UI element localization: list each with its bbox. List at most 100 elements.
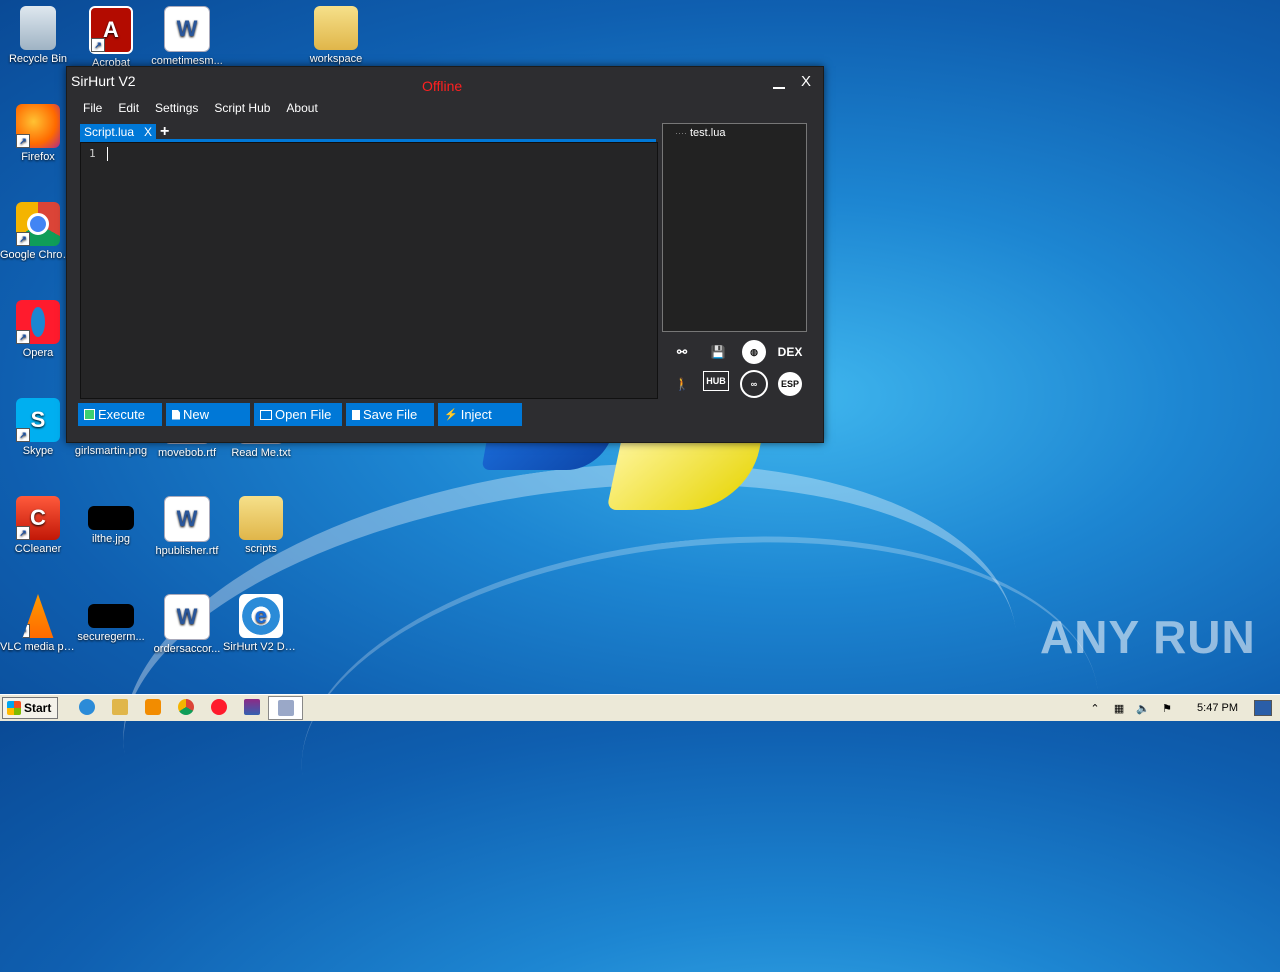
network-icon[interactable]: ▦ — [1111, 701, 1127, 715]
desktop-icon-label: CCleaner — [14, 543, 62, 555]
desktop-icon-vlc[interactable]: ↗ VLC media player — [0, 594, 76, 654]
desktop-icon-label: girlsmartin.png — [74, 445, 148, 457]
start-label: Start — [24, 701, 52, 715]
shortcut-arrow-icon: ↗ — [22, 624, 30, 638]
desktop-icon-ie[interactable]: e SirHurt V2 Documenta... — [223, 594, 299, 654]
new-label: New — [183, 407, 210, 422]
taskbar-explorer[interactable] — [103, 696, 136, 718]
taskbar-chrome[interactable] — [169, 696, 202, 718]
dex-icon[interactable]: DEX — [775, 339, 805, 365]
tree-item-test-lua[interactable]: test.lua — [675, 127, 725, 139]
anyrun-watermark: ANY RUN — [1040, 610, 1256, 664]
save-file-icon — [352, 409, 360, 420]
desktop-icon-word[interactable]: Whpublisher.rtf — [149, 496, 225, 558]
desktop-icon-image-black[interactable]: securegerm... — [73, 594, 149, 644]
vlc-icon: ↗ — [22, 594, 54, 638]
editor-tabs: Script.lua X + — [80, 123, 169, 141]
text-caret — [107, 147, 108, 161]
taskbar-media-player[interactable] — [136, 696, 169, 718]
taskbar-opera[interactable] — [202, 696, 235, 718]
media-player-icon — [144, 699, 161, 715]
skype-icon: S ↗ — [16, 398, 60, 442]
menu-script-hub[interactable]: Script Hub — [206, 99, 278, 117]
walk-icon[interactable]: 🚶 — [667, 371, 697, 397]
desktop-icon-skype[interactable]: S ↗ Skype — [0, 398, 76, 458]
script-editor[interactable]: 1 — [80, 142, 658, 399]
open-file-icon — [260, 409, 272, 420]
desktop-icon-chrome[interactable]: ↗ Google Chrome — [0, 202, 76, 262]
desktop-icon-firefox[interactable]: ↗ Firefox — [0, 104, 76, 164]
tab-close-icon[interactable]: X — [144, 125, 152, 140]
desktop-icon-image-black[interactable]: ilthe.jpg — [73, 496, 149, 546]
link-icon[interactable]: ∞ — [739, 370, 769, 398]
shortcut-arrow-icon: ↗ — [16, 330, 30, 344]
word-icon: W — [164, 594, 210, 640]
esp-icon[interactable]: ESP — [775, 371, 805, 397]
desktop-icon-folder[interactable]: scripts — [223, 496, 299, 556]
script-file-tree[interactable]: test.lua — [662, 123, 807, 332]
globe-icon-glyph: ◍ — [742, 340, 766, 364]
new-file-icon — [172, 409, 180, 420]
taskbar-pinned — [70, 696, 304, 720]
globe-icon[interactable]: ◍ — [739, 339, 769, 365]
menu-file[interactable]: File — [75, 99, 110, 117]
desktop-icon-recycle-bin[interactable]: Recycle Bin — [0, 6, 76, 66]
chevron-up-icon[interactable]: ⌃ — [1087, 701, 1103, 715]
flag-icon[interactable]: ⚑ — [1159, 701, 1175, 715]
save-file-button[interactable]: Save File — [346, 403, 434, 426]
menu-about[interactable]: About — [278, 99, 325, 117]
taskbar-ie[interactable] — [70, 696, 103, 718]
word-icon: W — [164, 496, 210, 542]
taskbar: Start ⌃ ▦ 🔈 ⚑ 5:47 PM — [0, 694, 1280, 721]
desktop-icon-label: Read Me.txt — [231, 447, 291, 459]
inject-button[interactable]: ⚡ Inject — [438, 403, 522, 426]
link-icon-glyph: ∞ — [740, 370, 768, 398]
start-button[interactable]: Start — [2, 697, 59, 719]
window-title: SirHurt V2 — [71, 73, 136, 89]
folder-icon — [314, 6, 358, 50]
folder-icon — [239, 496, 283, 540]
desktop-icon-ccleaner[interactable]: C ↗ CCleaner — [0, 496, 76, 556]
connection-status: Offline — [422, 78, 463, 94]
desktop-icon-label: Skype — [22, 445, 54, 457]
firefox-icon: ↗ — [16, 104, 60, 148]
desktop-icon-label: workspace — [309, 53, 363, 65]
shortcut-arrow-icon: ↗ — [16, 134, 30, 148]
ccleaner-icon: C ↗ — [16, 496, 60, 540]
watermark-text: ANY RUN — [1040, 611, 1256, 663]
remote-spy-icon[interactable]: ⚯ — [667, 339, 697, 365]
desktop-icon-acrobat[interactable]: A ↗ Acrobat — [73, 6, 149, 70]
chrome-icon — [177, 699, 194, 715]
desktop-icon-label: movebob.rtf — [157, 447, 217, 459]
open-file-button[interactable]: Open File — [254, 403, 342, 426]
shortcut-arrow-icon: ↗ — [16, 428, 30, 442]
menu-settings[interactable]: Settings — [147, 99, 206, 117]
sirhurt-window[interactable]: SirHurt V2 Offline X File Edit Settings … — [66, 66, 824, 443]
execute-button[interactable]: Execute — [78, 403, 162, 426]
close-button[interactable]: X — [801, 73, 811, 90]
taskbar-sirhurt[interactable] — [268, 696, 304, 720]
desktop-icon-word[interactable]: Wcometimesm... — [149, 6, 225, 68]
add-tab-icon[interactable]: + — [160, 124, 169, 140]
desktop-icon-label: Google Chrome — [0, 249, 76, 261]
desktop-icon-word[interactable]: Wordersaccor... — [149, 594, 225, 656]
desktop-icon-opera[interactable]: ↗ Opera — [0, 300, 76, 360]
hub-icon[interactable]: HUB — [703, 371, 729, 391]
menu-bar: File Edit Settings Script Hub About — [75, 99, 326, 117]
clock[interactable]: 5:47 PM — [1197, 702, 1238, 714]
shortcut-arrow-icon: ↗ — [91, 38, 105, 52]
taskbar-winrar[interactable] — [235, 696, 268, 718]
minimize-button[interactable] — [773, 75, 785, 89]
image-black-icon — [88, 506, 134, 530]
desktop-icon-folder[interactable]: workspace — [298, 6, 374, 66]
new-button[interactable]: New — [166, 403, 250, 426]
speaker-icon[interactable]: 🔈 — [1135, 701, 1151, 715]
save-icon[interactable]: 💾 — [703, 339, 733, 365]
open-file-label: Open File — [275, 407, 332, 422]
desktop-icon-label: ilthe.jpg — [92, 533, 130, 545]
inject-label: Inject — [460, 407, 492, 422]
tab-script-lua[interactable]: Script.lua X — [80, 123, 157, 141]
show-desktop-button[interactable] — [1254, 700, 1272, 716]
inject-icon: ⚡ — [444, 409, 458, 421]
menu-edit[interactable]: Edit — [110, 99, 147, 117]
